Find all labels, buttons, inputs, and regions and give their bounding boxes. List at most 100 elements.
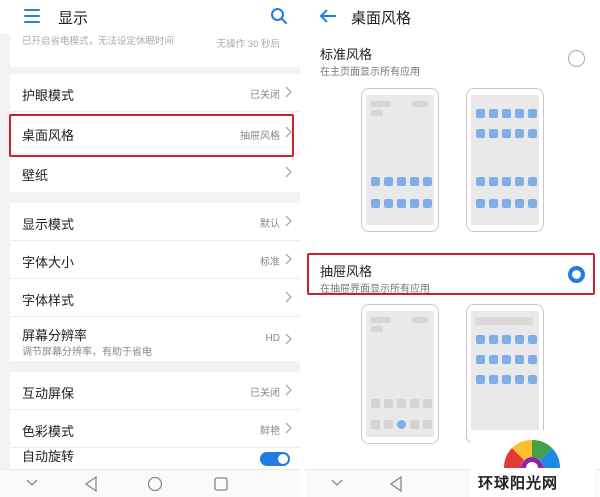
chevron-right-icon <box>285 422 292 434</box>
app-icon <box>423 399 432 408</box>
app-icon <box>502 335 511 344</box>
settings-row-font-style[interactable]: 字体样式 <box>10 279 300 317</box>
chevron-right-icon <box>285 215 292 227</box>
sleep-value: 无操作 30 秒后 <box>216 39 280 50</box>
settings-row-interactive-screensaver[interactable]: 互动屏保 已关闭 <box>10 372 300 410</box>
chevron-right-icon <box>285 86 292 98</box>
nav-recent-icon[interactable] <box>214 477 228 491</box>
status-bar <box>371 326 383 332</box>
app-icon <box>476 355 485 364</box>
settings-row-font-size[interactable]: 字体大小 标准 <box>10 241 300 279</box>
row-value: 已关闭 <box>250 388 280 399</box>
highlight-box <box>307 253 595 295</box>
app-icon <box>489 335 498 344</box>
standard-style-preview-page[interactable] <box>466 88 544 232</box>
app-icon <box>384 420 393 429</box>
app-icon <box>489 129 498 138</box>
app-icon <box>371 177 380 186</box>
chevron-right-icon <box>285 166 292 178</box>
app-icon <box>476 335 485 344</box>
status-bar <box>371 110 383 116</box>
settings-row-eye-comfort[interactable]: 护眼模式 已关闭 <box>10 74 300 112</box>
row-label: 色彩模式 <box>22 424 75 439</box>
app-icon <box>410 199 419 208</box>
chevron-right-icon <box>285 384 292 396</box>
app-icon <box>502 109 511 118</box>
settings-row-display-mode[interactable]: 显示模式 默认 <box>10 203 300 241</box>
sleep-row[interactable]: 已开启省电模式，无法设定休眠时间 无操作 30 秒后 <box>10 34 300 67</box>
app-icon <box>515 375 524 384</box>
app-icon <box>489 355 498 364</box>
app-icon <box>515 199 524 208</box>
status-bar <box>371 101 391 107</box>
row-value: 鲜艳 <box>260 426 280 437</box>
app-icon <box>515 129 524 138</box>
app-icon <box>397 177 406 186</box>
app-icon <box>528 177 537 186</box>
app-icon <box>476 109 485 118</box>
app-icon <box>502 177 511 186</box>
app-icon <box>528 355 537 364</box>
app-icon <box>476 375 485 384</box>
row-value: 标准 <box>260 257 280 268</box>
row-label: 显示模式 <box>22 217 75 232</box>
row-label: 自动旋转 <box>22 449 75 464</box>
nav-back-icon[interactable] <box>84 476 98 492</box>
preview-screen <box>366 95 434 225</box>
nav-bar <box>0 469 300 497</box>
chevron-right-icon <box>285 333 292 345</box>
desktop-style-header: 桌面风格 <box>305 0 600 34</box>
app-icon <box>489 109 498 118</box>
app-icon <box>489 375 498 384</box>
app-icon <box>515 109 524 118</box>
app-icon <box>476 199 485 208</box>
settings-row-resolution[interactable]: 屏幕分辨率 调节屏幕分辨率，有助于省电 HD <box>10 317 300 361</box>
app-icon <box>528 375 537 384</box>
app-icon <box>371 199 380 208</box>
standard-style-preview-home[interactable] <box>361 88 439 232</box>
sleep-section: 已开启省电模式，无法设定休眠时间 无操作 30 秒后 <box>10 34 300 67</box>
app-icon <box>528 109 537 118</box>
app-icon <box>423 420 432 429</box>
row-label: 互动屏保 <box>22 386 75 401</box>
app-icon <box>502 375 511 384</box>
menu-icon[interactable] <box>24 9 40 23</box>
row-value: 已关闭 <box>250 90 280 101</box>
app-icon <box>489 177 498 186</box>
nav-collapse-icon[interactable] <box>26 479 38 487</box>
auto-rotate-toggle[interactable] <box>260 452 290 466</box>
drawer-style-preview-drawer[interactable] <box>466 304 544 444</box>
back-arrow-icon[interactable] <box>319 8 337 24</box>
app-icon <box>502 355 511 364</box>
nav-collapse-icon[interactable] <box>331 479 343 487</box>
app-icon <box>476 177 485 186</box>
row-label: 字体大小 <box>22 255 75 270</box>
highlight-box <box>9 114 294 157</box>
page-title: 桌面风格 <box>351 10 412 27</box>
preview-screen <box>471 95 539 225</box>
nav-back-icon[interactable] <box>389 476 403 492</box>
row-value: HD <box>265 333 280 344</box>
search-icon[interactable] <box>270 7 288 25</box>
display-header: 显示 <box>0 0 300 34</box>
app-icon <box>423 177 432 186</box>
status-bar <box>412 101 428 107</box>
settings-row-color-mode[interactable]: 色彩模式 鲜艳 <box>10 410 300 448</box>
app-icon <box>384 199 393 208</box>
desktop-style-panel: 桌面风格 标准风格 在主页面显示所有应用 抽屉风格 在抽屉界面显示所有应用 <box>305 0 600 497</box>
app-icon <box>515 177 524 186</box>
row-sublabel: 调节屏幕分辨率，有助于省电 <box>22 347 152 358</box>
drawer-style-preview-home[interactable] <box>361 304 439 444</box>
settings-group-2: 显示模式 默认 字体大小 标准 字体样式 屏幕分辨率 调节屏幕分辨率，有助于省电… <box>10 203 300 361</box>
row-label: 壁纸 <box>22 168 49 183</box>
nav-home-icon[interactable] <box>147 476 163 492</box>
standard-style-title: 标准风格 <box>320 47 373 62</box>
app-icon <box>384 177 393 186</box>
app-icon <box>489 199 498 208</box>
standard-style-radio[interactable] <box>568 50 585 67</box>
settings-row-wallpaper[interactable]: 壁纸 <box>10 154 300 192</box>
app-icon <box>476 129 485 138</box>
app-icon <box>384 399 393 408</box>
app-icon <box>528 199 537 208</box>
status-bar <box>412 317 428 323</box>
